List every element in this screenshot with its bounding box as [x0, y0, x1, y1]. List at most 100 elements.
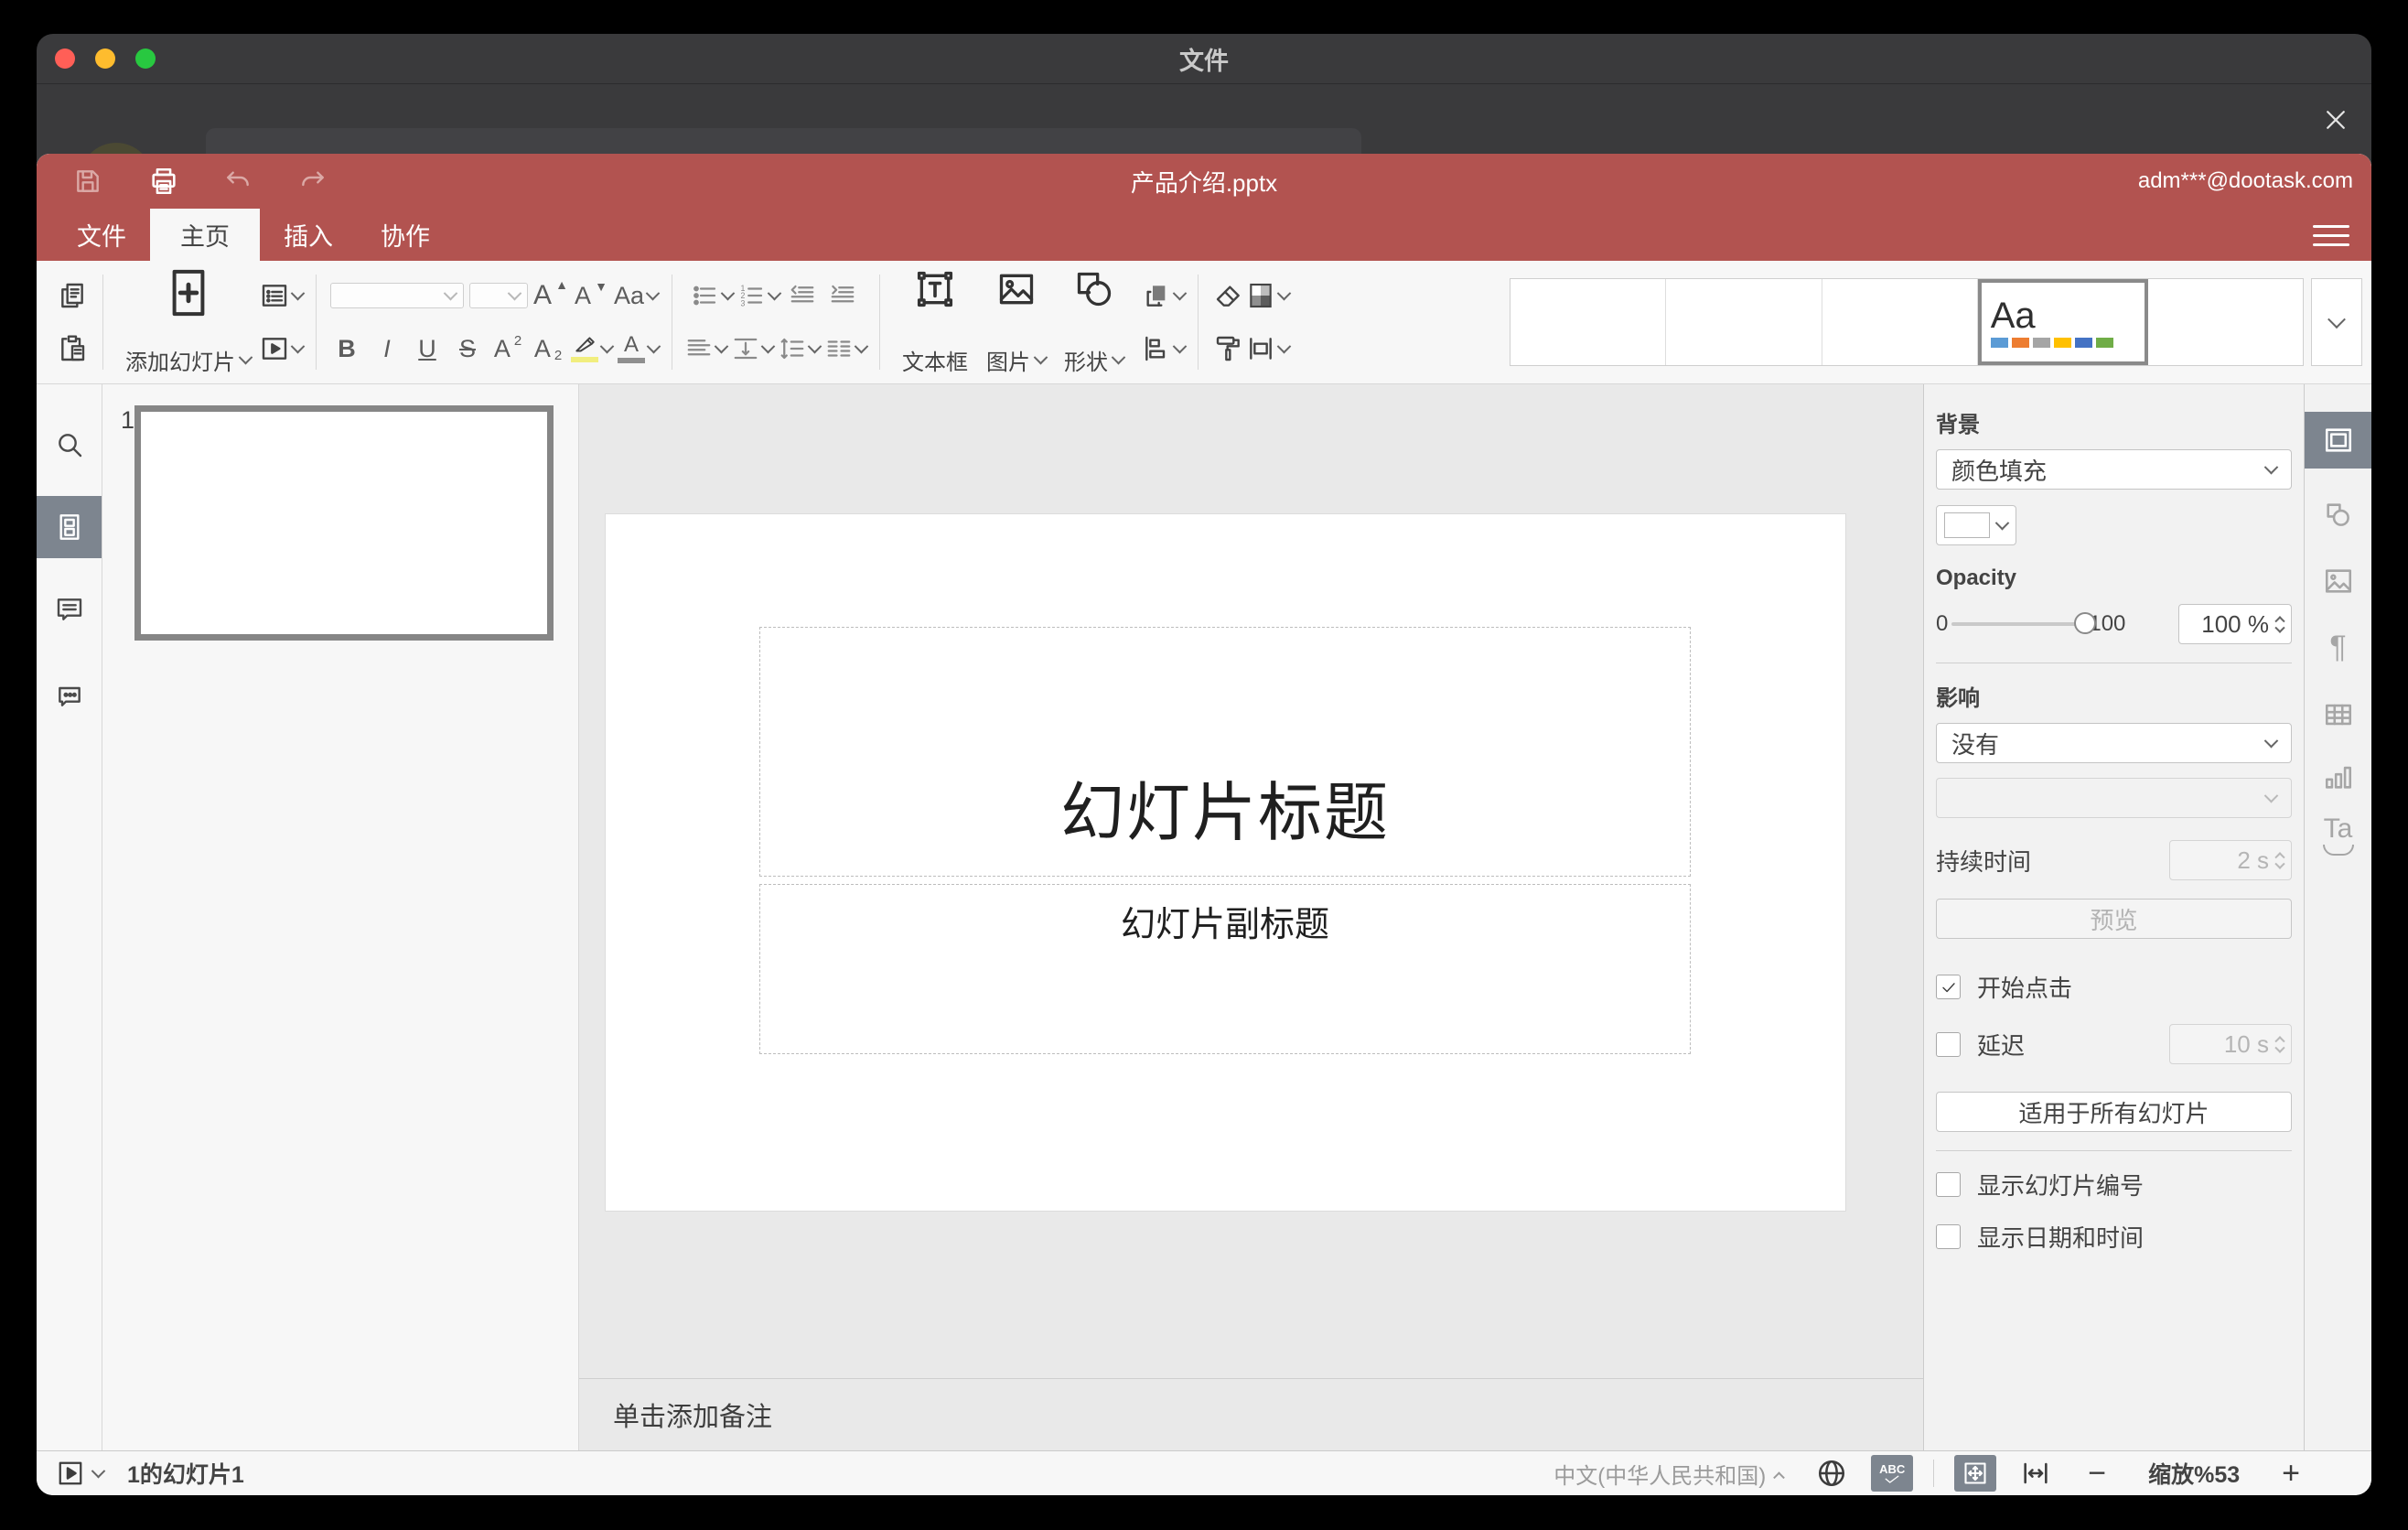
opacity-spinner[interactable]: 100 %: [2178, 604, 2292, 644]
close-icon[interactable]: [2322, 106, 2349, 134]
comments-icon[interactable]: [37, 578, 102, 641]
theme-thumbnail-selected[interactable]: Aa: [1977, 279, 2148, 365]
screen: 文件 产品介绍.pptx adm***@dootask.com 文件 主页 插入…: [0, 0, 2408, 1530]
background-label: 背景: [1936, 413, 1980, 437]
chevron-down-icon: [2263, 733, 2279, 748]
table-settings-icon[interactable]: [2305, 686, 2371, 743]
horizontal-align-icon[interactable]: [685, 330, 729, 367]
slide-thumbnail[interactable]: [134, 405, 554, 641]
vertical-align-icon[interactable]: [732, 330, 776, 367]
subscript-icon[interactable]: A2: [531, 330, 565, 367]
delay-checkbox[interactable]: [1936, 1031, 1961, 1057]
background-fill-select[interactable]: 颜色填充: [1936, 449, 2292, 490]
font-size-select[interactable]: [468, 283, 528, 308]
search-icon[interactable]: [37, 414, 102, 476]
zoom-in-button[interactable]: +: [2282, 1458, 2300, 1489]
spellcheck-icon[interactable]: ABC: [1871, 1455, 1914, 1492]
superscript-icon[interactable]: A2: [490, 330, 525, 367]
numbered-list-icon[interactable]: 123: [738, 277, 782, 314]
increase-font-icon[interactable]: A ▲: [533, 277, 568, 314]
strikethrough-icon[interactable]: S: [450, 330, 485, 367]
theme-thumbnail[interactable]: [1666, 279, 1822, 365]
menu-icon[interactable]: [2313, 220, 2349, 251]
chevron-down-icon: [646, 339, 661, 353]
user-email: adm***@dootask.com: [2137, 168, 2353, 193]
theme-thumbnail[interactable]: [2148, 279, 2303, 365]
shape-settings-icon[interactable]: [2305, 487, 2371, 544]
chevron-down-icon: [807, 339, 822, 353]
paragraph-settings-icon[interactable]: ¶: [2305, 619, 2371, 675]
font-color-icon[interactable]: A: [618, 330, 661, 367]
show-slide-number-checkbox[interactable]: [1936, 1172, 1961, 1197]
tab-file[interactable]: 文件: [53, 209, 150, 261]
undo-icon[interactable]: [223, 166, 254, 197]
document-language-icon[interactable]: [1816, 1458, 1847, 1489]
bullet-list-icon[interactable]: [692, 277, 736, 314]
chevron-down-icon: [599, 339, 615, 353]
slides-panel-icon[interactable]: [37, 496, 102, 558]
columns-icon[interactable]: [825, 330, 869, 367]
paint-roller-icon[interactable]: [1211, 330, 1246, 367]
duration-spinner: 2 s: [2169, 840, 2292, 880]
decrease-font-icon[interactable]: A ▼: [574, 277, 608, 314]
copy-icon[interactable]: [55, 277, 90, 314]
tab-collaboration[interactable]: 协作: [357, 209, 454, 261]
image-settings-icon[interactable]: [2305, 553, 2371, 609]
textart-settings-icon[interactable]: Ta: [2305, 807, 2371, 864]
slide-subtitle-placeholder[interactable]: 幻灯片副标题: [759, 884, 1691, 1054]
language-select[interactable]: 中文(中华人民共和国): [1553, 1458, 1786, 1490]
notes-placeholder[interactable]: 单击添加备注: [579, 1378, 1923, 1450]
slide-canvas[interactable]: 幻灯片标题 幻灯片副标题: [606, 514, 1845, 1211]
paragraph-group: 123: [685, 261, 869, 383]
theme-gallery-expand-icon[interactable]: [2311, 278, 2362, 366]
theme-thumbnail[interactable]: [1510, 279, 1667, 365]
slide-size-icon[interactable]: [1246, 330, 1292, 367]
show-date-time-checkbox[interactable]: [1936, 1224, 1961, 1249]
slide-settings-icon[interactable]: [2305, 412, 2371, 469]
arrange-shapes-icon[interactable]: [1142, 277, 1188, 314]
slide-thumbnails-panel: 1: [102, 384, 579, 1450]
change-case-icon[interactable]: Aa: [614, 277, 661, 314]
main-area: 1 幻灯片标题 幻灯片副标题 单击添加备注 背景 颜色填充 Opacity 0 …: [37, 384, 2371, 1450]
theme-thumbnail[interactable]: [1822, 279, 1978, 365]
add-slide-button[interactable]: 添加幻灯片: [116, 261, 260, 383]
clipboard-group: [55, 261, 90, 383]
redo-icon[interactable]: [298, 166, 329, 197]
eraser-icon[interactable]: [1211, 277, 1246, 314]
font-name-select[interactable]: [329, 283, 464, 308]
effect-select[interactable]: 没有: [1936, 723, 2292, 763]
fit-to-width-icon[interactable]: [2020, 1458, 2051, 1489]
apply-to-all-slides-button[interactable]: 适用于所有幻灯片: [1936, 1092, 2292, 1132]
tab-home[interactable]: 主页: [150, 209, 260, 261]
paste-icon[interactable]: [55, 330, 90, 367]
line-spacing-icon[interactable]: [779, 330, 822, 367]
highlight-color-icon[interactable]: [571, 330, 615, 367]
color-scheme-icon[interactable]: [1246, 277, 1292, 314]
spinner-arrows[interactable]: [2274, 615, 2285, 634]
start-slideshow-icon[interactable]: [260, 330, 306, 367]
chevron-down-icon: [767, 286, 782, 300]
chart-settings-icon[interactable]: [2305, 749, 2371, 805]
underline-icon[interactable]: U: [410, 330, 445, 367]
insert-shape-button[interactable]: 形状: [1055, 261, 1133, 383]
opacity-slider[interactable]: [1951, 612, 2097, 634]
insert-textbox-button[interactable]: 文本框: [893, 261, 977, 383]
zoom-out-button[interactable]: −: [2088, 1458, 2106, 1489]
slide-title-placeholder[interactable]: 幻灯片标题: [759, 627, 1691, 877]
italic-icon[interactable]: I: [370, 330, 404, 367]
increase-indent-icon[interactable]: [825, 277, 860, 314]
tab-insert[interactable]: 插入: [260, 209, 357, 261]
bold-icon[interactable]: B: [329, 330, 364, 367]
slide-layout-icon[interactable]: [260, 277, 306, 314]
chat-icon[interactable]: [37, 664, 102, 727]
save-icon[interactable]: [73, 166, 104, 197]
print-icon[interactable]: [148, 166, 179, 197]
start-on-click-checkbox[interactable]: [1936, 975, 1961, 999]
align-shapes-icon[interactable]: [1142, 330, 1188, 367]
background-color-swatch[interactable]: [1936, 505, 2016, 545]
decrease-indent-icon[interactable]: [785, 277, 820, 314]
start-slideshow-button[interactable]: [57, 1460, 106, 1487]
insert-image-button[interactable]: 图片: [977, 261, 1055, 383]
fit-to-slide-icon[interactable]: [1954, 1455, 1997, 1492]
window-title: 文件: [1179, 47, 1229, 75]
